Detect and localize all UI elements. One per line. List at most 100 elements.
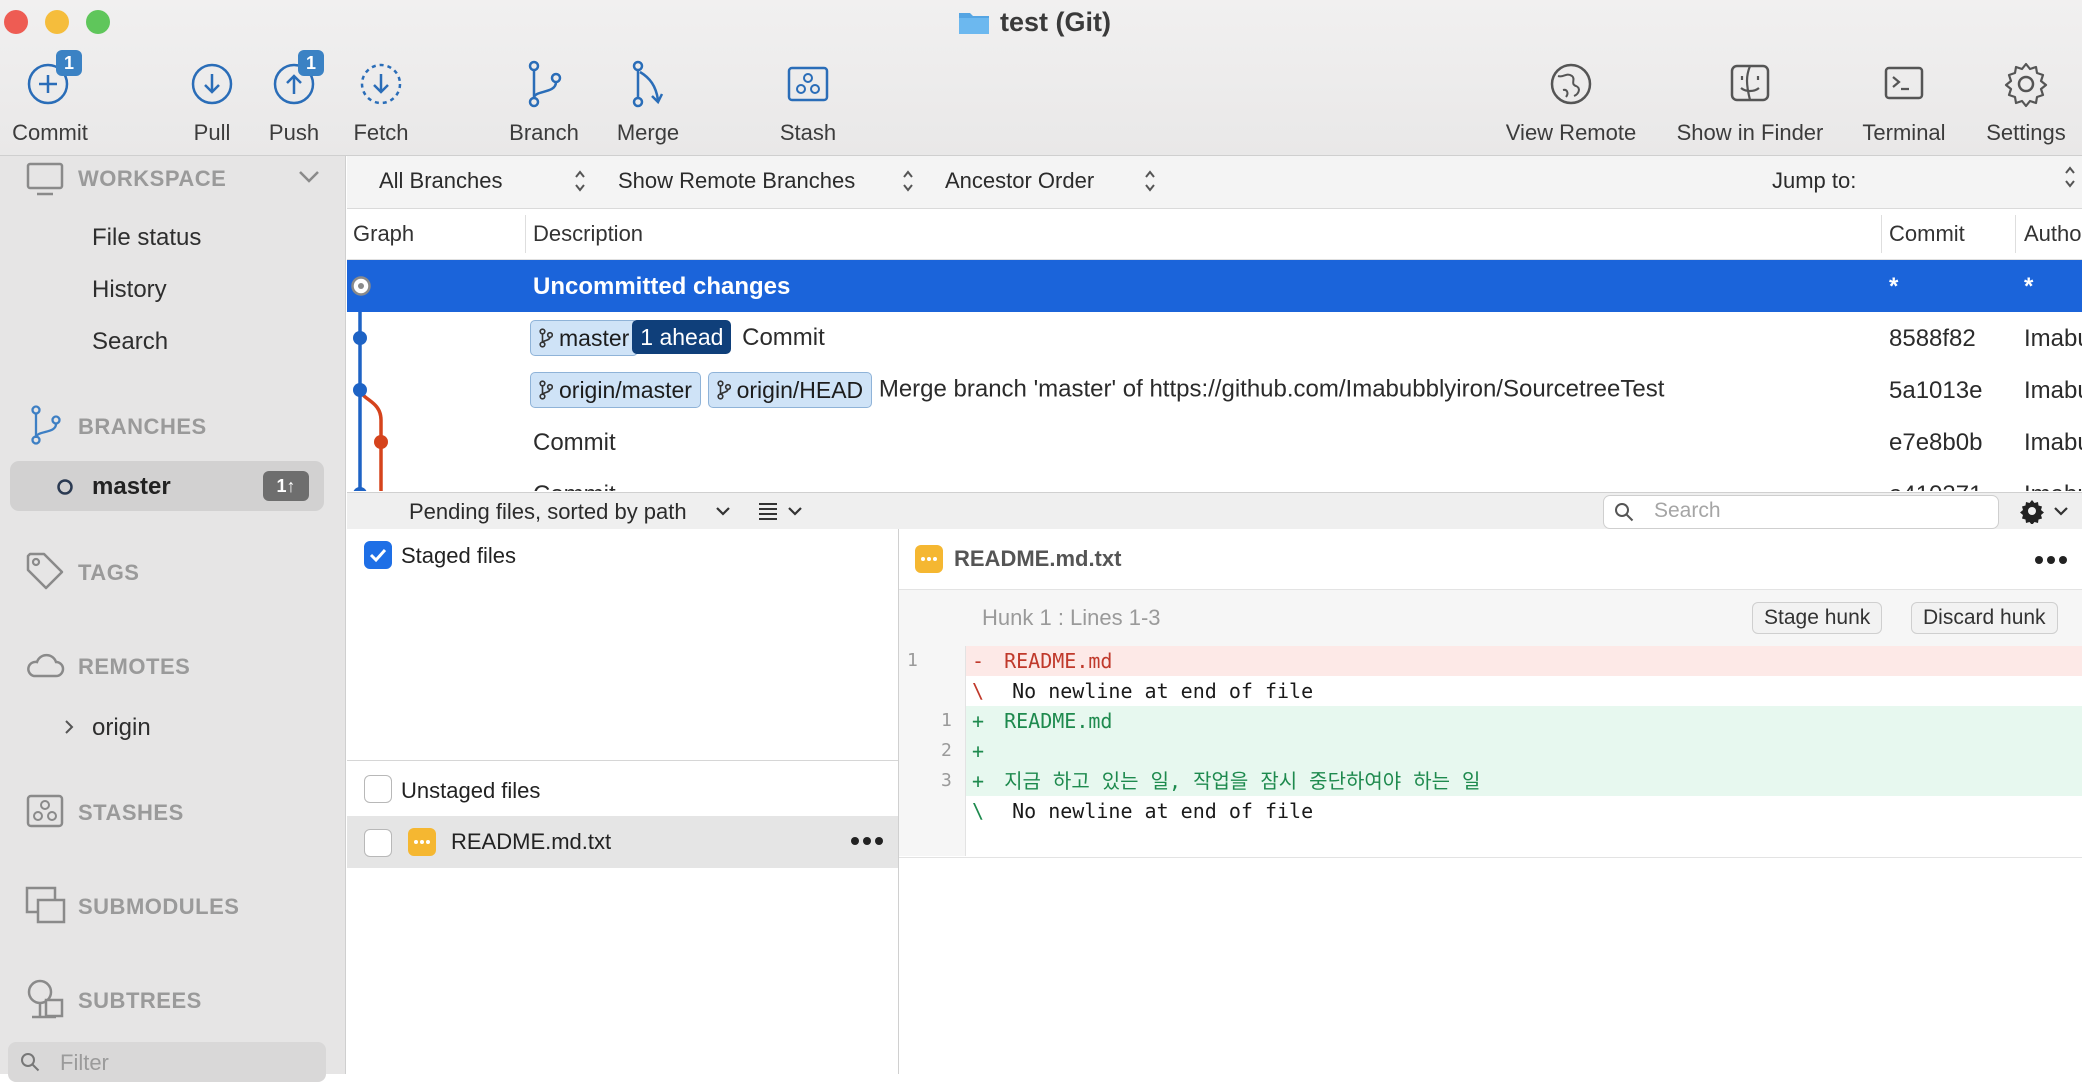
stage-hunk-button[interactable]: Stage hunk	[1752, 602, 1883, 634]
stashes-header[interactable]: STASHES	[78, 800, 184, 826]
column-author[interactable]: Autho	[2024, 221, 2082, 247]
unstaged-files-checkbox[interactable]	[364, 775, 392, 803]
zoom-window-button[interactable]	[86, 10, 110, 34]
commit-badge: 1	[56, 50, 82, 76]
sidebar-branch-master[interactable]: master 1↑	[10, 461, 324, 511]
column-description[interactable]: Description	[533, 221, 643, 247]
more-options-icon[interactable]	[850, 834, 884, 848]
workspace-header[interactable]: WORKSPACE	[78, 166, 226, 192]
tags-header[interactable]: TAGS	[78, 560, 139, 586]
commit-label: Commit	[12, 120, 88, 145]
file-checkbox[interactable]	[364, 829, 392, 857]
commit-description: Commit	[533, 429, 616, 456]
staged-files-checkbox[interactable]	[364, 541, 392, 569]
close-window-button[interactable]	[4, 10, 28, 34]
view-remote-button[interactable]: View Remote	[1496, 52, 1646, 152]
diff-line[interactable]: + README.md	[966, 706, 2082, 736]
old-line-number: 1	[907, 650, 918, 671]
hunk-title: Hunk 1 : Lines 1-3	[982, 605, 1161, 630]
updown-chevron-icon[interactable]	[573, 166, 587, 196]
commit-button[interactable]: 1 Commit	[0, 50, 125, 152]
commit-row[interactable]: Commit e7e8b0b Imabu	[347, 416, 2082, 468]
column-graph[interactable]: Graph	[353, 221, 414, 247]
branch-tag-label: origin/master	[559, 376, 692, 403]
updown-chevron-icon[interactable]	[2063, 162, 2077, 192]
commit-description: Uncommitted changes	[533, 273, 791, 300]
pending-sort-select[interactable]: Pending files, sorted by path	[409, 499, 687, 525]
line-number-gutter	[899, 646, 966, 856]
show-in-finder-button[interactable]: Show in Finder	[1674, 52, 1826, 152]
more-options-icon[interactable]	[2034, 553, 2068, 567]
search-icon	[1615, 503, 1634, 522]
column-divider[interactable]	[2015, 215, 2016, 253]
filter-placeholder: Filter	[60, 1050, 109, 1075]
subtrees-header[interactable]: SUBTREES	[78, 988, 202, 1014]
merge-button[interactable]: Merge	[573, 52, 723, 152]
globe-icon	[1550, 63, 1592, 105]
settings-button[interactable]: Settings	[1954, 52, 2082, 152]
sidebar-item-origin[interactable]: origin	[92, 714, 151, 742]
submodules-header[interactable]: SUBMODULES	[78, 894, 239, 920]
remotes-header[interactable]: REMOTES	[78, 654, 190, 680]
commit-row[interactable]: master 1 ahead Commit 8588f82 Imabu	[347, 312, 2082, 364]
jump-to-select[interactable]	[1877, 162, 2077, 200]
commit-author: Imabu	[2024, 377, 2082, 404]
all-branches-select[interactable]: All Branches	[379, 168, 503, 194]
branch-icon	[31, 405, 61, 445]
list-view-icon[interactable]	[757, 501, 779, 521]
unstaged-files-label: Unstaged files	[401, 778, 541, 803]
commit-row[interactable]: Uncommitted changes * *	[347, 260, 2082, 312]
diff-line[interactable]: - README.md	[966, 646, 2082, 676]
diff-line[interactable]: + 지금 하고 있는 일, 작업을 잠시 중단하여야 하는 일	[966, 766, 2082, 796]
merge-icon	[632, 60, 664, 108]
file-row[interactable]: README.md.txt	[347, 816, 898, 868]
commit-row[interactable]: origin/master origin/HEAD Merge branch '…	[347, 364, 2082, 416]
branch-tag-master[interactable]: master	[530, 320, 639, 357]
window-title-text: test (Git)	[1000, 6, 1111, 37]
new-line-number: 2	[941, 740, 952, 761]
chevron-down-icon[interactable]	[298, 170, 320, 184]
gear-icon[interactable]	[2019, 498, 2045, 524]
show-in-finder-label: Show in Finder	[1676, 120, 1824, 145]
sidebar-item-file-status[interactable]: File status	[92, 224, 201, 252]
discard-hunk-button[interactable]: Discard hunk	[1911, 602, 2058, 634]
branches-header[interactable]: BRANCHES	[78, 414, 207, 440]
updown-chevron-icon[interactable]	[1143, 166, 1157, 196]
diff-line[interactable]: \ No newline at end of file	[966, 676, 2082, 706]
ahead-tag: 1 ahead	[632, 320, 732, 354]
branch-icon	[528, 60, 562, 108]
commit-row[interactable]: Commit a410371 Imabu	[347, 468, 2082, 491]
pane-divider[interactable]	[347, 760, 898, 761]
chevron-down-icon[interactable]	[2053, 506, 2069, 518]
minimize-window-button[interactable]	[45, 10, 69, 34]
gear-icon	[2004, 62, 2048, 108]
stash-button[interactable]: Stash	[733, 52, 883, 152]
commit-node-icon	[353, 331, 367, 345]
search-icon	[21, 1053, 40, 1072]
chevron-down-icon[interactable]	[787, 506, 803, 518]
branch-tag-origin-master[interactable]: origin/master	[530, 372, 701, 408]
sidebar-item-history[interactable]: History	[92, 276, 167, 304]
order-select[interactable]: Ancestor Order	[945, 168, 1094, 194]
chevron-down-icon[interactable]	[715, 506, 731, 518]
updown-chevron-icon[interactable]	[901, 166, 915, 196]
search-placeholder: Search	[1654, 499, 1721, 522]
commit-author: *	[2024, 273, 2034, 300]
monitor-icon	[26, 162, 64, 196]
fetch-button[interactable]: Fetch	[306, 52, 456, 152]
sidebar-filter-input[interactable]: Filter	[8, 1042, 326, 1082]
stash-label: Stash	[779, 120, 837, 145]
column-divider[interactable]	[1881, 215, 1882, 253]
diff-line[interactable]: +	[966, 736, 2082, 766]
chevron-right-icon[interactable]	[64, 719, 74, 735]
column-commit[interactable]: Commit	[1889, 221, 1965, 247]
sidebar-item-search[interactable]: Search	[92, 328, 168, 356]
search-input[interactable]: Search	[1603, 495, 1999, 529]
diff-line[interactable]: \ No newline at end of file	[966, 796, 2082, 826]
column-divider[interactable]	[525, 215, 526, 253]
fetch-arrow-down-dashed-icon	[360, 63, 402, 105]
merge-label: Merge	[616, 120, 680, 145]
file-name: README.md.txt	[451, 829, 612, 854]
branch-tag-origin-head[interactable]: origin/HEAD	[707, 372, 873, 408]
remote-branches-select[interactable]: Show Remote Branches	[618, 168, 855, 194]
